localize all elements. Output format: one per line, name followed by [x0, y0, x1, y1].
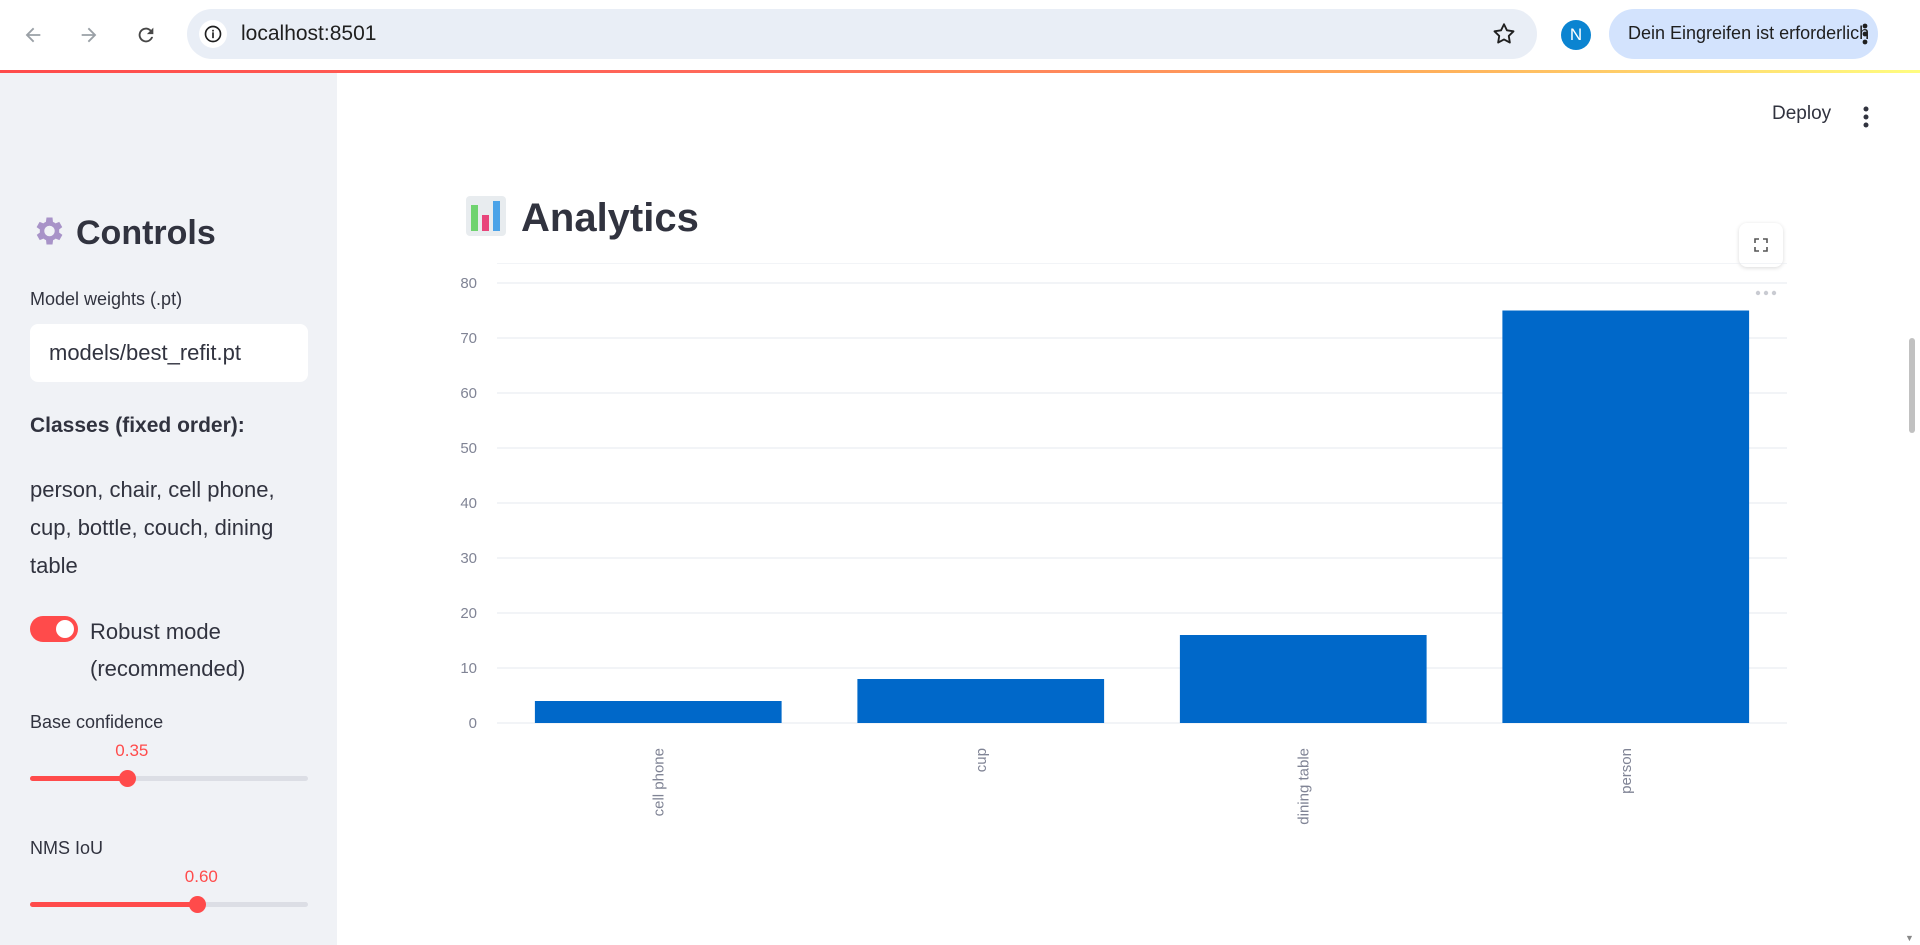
scroll-down-arrow[interactable]: ▼ [1905, 933, 1914, 943]
reload-button[interactable] [128, 17, 164, 53]
forward-button[interactable] [71, 17, 107, 53]
more-vert-icon[interactable] [1862, 22, 1868, 51]
base-confidence-label: Base confidence [30, 712, 164, 732]
sidebar-title-text: Controls [76, 214, 216, 252]
sidebar: Controls Model weights (.pt) models/best… [0, 73, 337, 945]
y-tick-label: 30 [460, 550, 477, 567]
main-content: Deploy Analytics 0 10 20 30 40 50 60 70 80 cell p… [337, 73, 1920, 945]
fullscreen-icon [1754, 238, 1768, 252]
reload-icon [138, 27, 154, 43]
slider-thumb[interactable] [119, 770, 137, 787]
slider-thumb[interactable] [188, 896, 206, 913]
fullscreen-button[interactable] [1739, 223, 1783, 267]
nms-iou-label: NMS IoU [30, 838, 104, 858]
arrow-right-icon [81, 27, 97, 43]
page-title-text: Analytics [521, 196, 699, 240]
bar-chart-icon [465, 195, 507, 242]
bookmark-star-icon[interactable] [1491, 21, 1517, 52]
y-tick-label: 0 [469, 715, 477, 732]
x-tick-label: dining table [1295, 748, 1312, 825]
classes-list: person, chair, cell phone, cup, bottle, … [30, 477, 275, 578]
y-tick-label: 70 [460, 330, 477, 347]
sidebar-title: Controls [30, 213, 216, 254]
x-tick-label: cup [973, 748, 990, 772]
bar-chart: 0 10 20 30 40 50 60 70 80 cell phone cup dining tab… [460, 263, 1787, 825]
scrollbar-thumb[interactable] [1909, 338, 1915, 433]
intervention-label: Dein Eingreifen ist erforderlich [1628, 23, 1870, 43]
gear-icon [30, 213, 66, 254]
url-text[interactable]: localhost:8501 [241, 22, 376, 46]
classes-heading: Classes (fixed order): [30, 414, 245, 437]
intervention-chip[interactable]: Dein Eingreifen ist erforderlich [1609, 9, 1878, 59]
bar [1502, 310, 1750, 723]
slider-fill [30, 902, 197, 907]
y-tick-label: 10 [460, 660, 477, 677]
base-confidence-value: 0.35 [115, 741, 149, 760]
robust-mode-toggle[interactable] [30, 616, 78, 642]
browser-toolbar: localhost:8501 N Dein Eingreifen ist erf… [0, 0, 1920, 70]
site-info-icon[interactable] [199, 20, 227, 48]
model-weights-value[interactable]: models/best_refit.pt [49, 340, 241, 366]
y-tick-label: 50 [460, 440, 477, 457]
bar [534, 701, 782, 723]
model-weights-label: Model weights (.pt) [30, 289, 183, 309]
nms-iou-value: 0.60 [184, 867, 218, 886]
x-tick-label: person [1618, 748, 1635, 794]
back-button[interactable] [15, 17, 51, 53]
y-tick-label: 80 [460, 275, 477, 292]
y-tick-label: 60 [460, 385, 477, 402]
slider-fill [30, 776, 128, 781]
bar [857, 679, 1105, 723]
arrow-left-icon [25, 27, 41, 43]
deploy-button[interactable]: Deploy [1772, 103, 1831, 125]
x-tick-label: cell phone [650, 748, 667, 816]
nms-iou-slider[interactable] [30, 896, 308, 913]
main-menu-icon[interactable] [1863, 105, 1869, 134]
y-tick-label: 40 [460, 495, 477, 512]
toggle-knob [56, 620, 74, 638]
robust-mode-label: Robust mode (recommended) [90, 619, 246, 681]
y-tick-label: 20 [460, 605, 477, 622]
address-bar[interactable]: localhost:8501 [187, 9, 1537, 59]
page-title: Analytics [465, 195, 699, 242]
base-confidence-slider[interactable] [30, 770, 308, 787]
model-weights-input[interactable]: models/best_refit.pt [30, 324, 308, 382]
bar [1179, 635, 1427, 723]
profile-avatar[interactable]: N [1561, 20, 1591, 50]
